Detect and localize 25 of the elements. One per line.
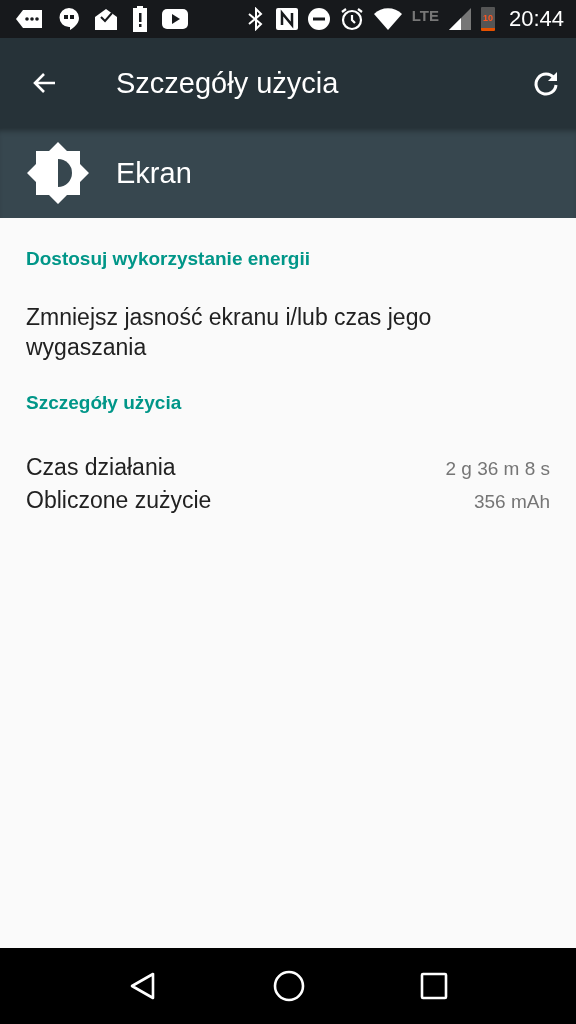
signal-icon — [448, 8, 471, 30]
section-header: Szczegóły użycia — [26, 392, 183, 414]
detail-value: 356 mAh — [473, 491, 550, 513]
alarm-icon — [339, 7, 364, 31]
play-icon — [162, 9, 188, 29]
clock: 20:44 — [508, 6, 564, 32]
chat-icon — [58, 7, 80, 31]
home-button[interactable] — [273, 970, 305, 1002]
wifi-icon — [373, 8, 402, 30]
network-type: LTE — [411, 6, 439, 24]
detail-label: Obliczone zużycie — [26, 487, 212, 514]
screen-title: Szczegóły użycia — [116, 66, 340, 100]
battery-icon: 10 — [480, 7, 495, 31]
nfc-icon — [275, 8, 298, 30]
message-icon — [16, 8, 44, 30]
setting-item[interactable]: Zmniejsz jasność ekranu i/lub czas jego wygaszania — [26, 302, 550, 362]
section-header: Dostosuj wykorzystanie energii — [26, 248, 312, 270]
do-not-disturb-icon — [307, 8, 330, 30]
brightness-icon — [27, 142, 89, 204]
app-name: Ekran — [116, 156, 192, 190]
alert-icon — [132, 6, 148, 32]
mail-icon — [94, 7, 118, 31]
detail-value: 2 g 36 m 8 s — [445, 458, 550, 480]
detail-label: Czas działania — [26, 454, 176, 481]
recents-button[interactable] — [420, 972, 449, 1000]
